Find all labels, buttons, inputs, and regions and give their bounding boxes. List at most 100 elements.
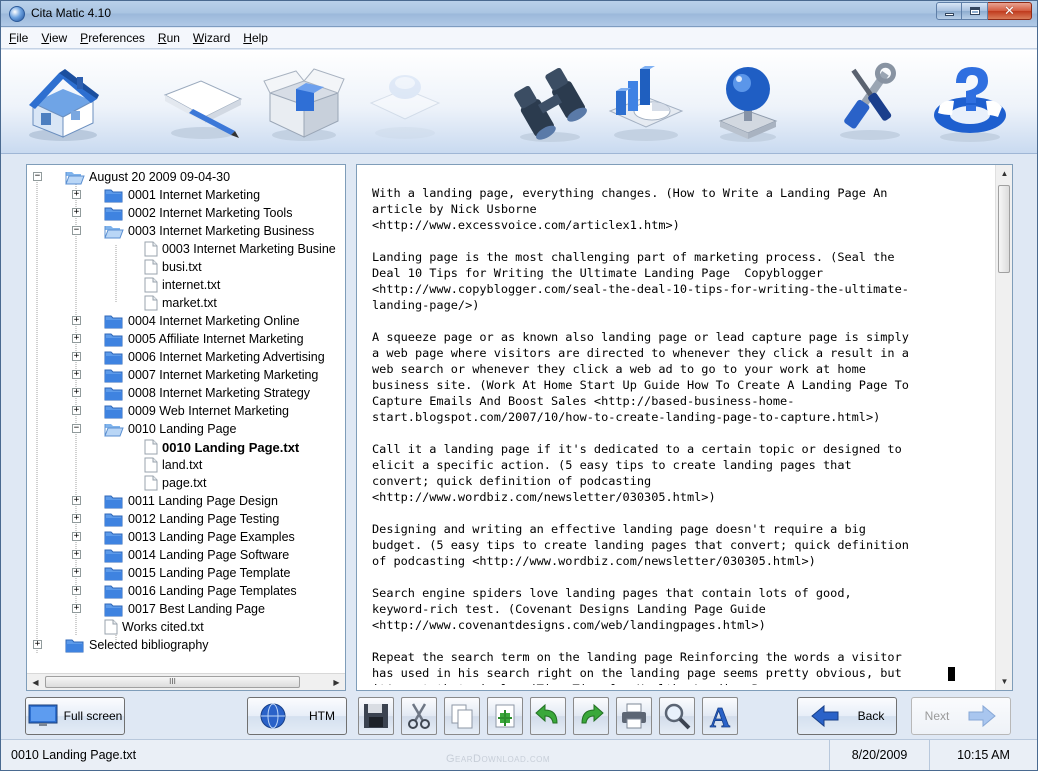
tree-folder-item[interactable]: − August 20 2009 09-04-30	[33, 168, 230, 186]
tree-horizontal-scrollbar[interactable]: ◀ III ▶	[27, 673, 345, 690]
faded-document-icon	[369, 75, 441, 139]
cut-button[interactable]	[401, 697, 437, 735]
menu-file[interactable]: File	[9, 31, 28, 45]
magnifier-icon	[664, 703, 691, 730]
tree-folder-item[interactable]: +0007 Internet Marketing Marketing	[72, 366, 318, 384]
home-button[interactable]	[16, 56, 108, 148]
tree-file-item[interactable]: 0010 Landing Page.txt	[144, 438, 299, 456]
internet-button[interactable]	[701, 56, 793, 148]
close-button[interactable]: ✕	[988, 2, 1032, 20]
bibliography-tree[interactable]: − August 20 2009 09-04-30 +0001 Internet M…	[27, 165, 345, 673]
collapse-icon[interactable]: −	[33, 172, 42, 181]
expand-icon[interactable]: +	[72, 334, 81, 343]
tree-file-item[interactable]: internet.txt	[144, 276, 220, 294]
redo-arrow-icon	[581, 703, 604, 724]
back-button[interactable]: Back	[797, 697, 897, 735]
expand-icon[interactable]: +	[72, 550, 81, 559]
scroll-thumb[interactable]	[998, 185, 1010, 273]
maximize-button[interactable]	[962, 2, 988, 20]
tree-folder-item[interactable]: +0013 Landing Page Examples	[72, 528, 295, 546]
tree-folder-item[interactable]: +0004 Internet Marketing Online	[72, 312, 300, 330]
tree-folder-item[interactable]: +0014 Landing Page Software	[72, 546, 289, 564]
tree-item-label: 0004 Internet Marketing Online	[128, 314, 300, 328]
tree-folder-item[interactable]: + Selected bibliography	[33, 636, 209, 654]
copy-pages-icon	[451, 704, 473, 729]
expand-icon[interactable]: +	[72, 586, 81, 595]
help-button[interactable]	[923, 56, 1015, 148]
menu-view[interactable]: View	[41, 31, 67, 45]
tree-file-item[interactable]: Works cited.txt	[104, 618, 204, 636]
open-box-icon	[263, 68, 345, 141]
paste-button[interactable]	[487, 697, 523, 735]
expand-icon[interactable]: +	[72, 352, 81, 361]
undo-button[interactable]	[530, 697, 566, 735]
tree-folder-item[interactable]: +0011 Landing Page Design	[72, 492, 278, 510]
menu-wizard[interactable]: Wizard	[193, 31, 230, 45]
notes-button[interactable]	[156, 56, 248, 148]
faded-tool-button[interactable]	[358, 56, 450, 148]
print-button[interactable]	[616, 697, 652, 735]
expand-icon[interactable]: +	[72, 568, 81, 577]
expand-icon[interactable]: +	[72, 316, 81, 325]
collapse-icon[interactable]: −	[72, 226, 81, 235]
tree-folder-item[interactable]: +0009 Web Internet Marketing	[72, 402, 289, 420]
tree-folder-item[interactable]: +0008 Internet Marketing Strategy	[72, 384, 310, 402]
scroll-down-icon[interactable]: ▼	[996, 673, 1012, 690]
scroll-up-icon[interactable]: ▲	[996, 165, 1012, 182]
copy-button[interactable]	[444, 697, 480, 735]
menu-preferences[interactable]: Preferences	[80, 31, 145, 45]
tree-folder-item[interactable]: +0015 Landing Page Template	[72, 564, 290, 582]
find-button[interactable]	[659, 697, 695, 735]
next-button[interactable]: Next	[911, 697, 1011, 735]
expand-icon[interactable]: +	[72, 190, 81, 199]
expand-icon[interactable]: +	[72, 370, 81, 379]
tree-folder-item[interactable]: +0002 Internet Marketing Tools	[72, 204, 292, 222]
redo-button[interactable]	[573, 697, 609, 735]
tree-folder-item[interactable]: +0017 Best Landing Page	[72, 600, 265, 618]
tree-folder-item[interactable]: − 0003 Internet Marketing Business	[72, 222, 314, 240]
expand-icon[interactable]: +	[72, 388, 81, 397]
tree-folder-item[interactable]: +0006 Internet Marketing Advertising	[72, 348, 325, 366]
tree-folder-item[interactable]: +0016 Landing Page Templates	[72, 582, 297, 600]
font-button[interactable]: A	[702, 697, 738, 735]
expand-icon[interactable]: +	[72, 532, 81, 541]
package-button[interactable]	[257, 56, 349, 148]
tree-file-item[interactable]: busi.txt	[144, 258, 202, 276]
scroll-right-icon[interactable]: ▶	[328, 674, 345, 690]
expand-icon[interactable]: +	[33, 640, 42, 649]
expand-icon[interactable]: +	[72, 496, 81, 505]
tree-folder-item[interactable]: − 0010 Landing Page	[72, 420, 236, 438]
expand-icon[interactable]: +	[72, 406, 81, 415]
full-screen-button[interactable]: Full screen	[25, 697, 125, 735]
collapse-icon[interactable]: −	[72, 424, 81, 433]
expand-icon[interactable]: +	[72, 514, 81, 523]
folder-icon	[104, 351, 123, 364]
tree-file-item[interactable]: land.txt	[144, 456, 202, 474]
tree-file-item[interactable]: market.txt	[144, 294, 217, 312]
expand-icon[interactable]: +	[72, 604, 81, 613]
document-vertical-scrollbar[interactable]: ▲ ▼	[995, 165, 1012, 690]
menu-help[interactable]: Help	[243, 31, 268, 45]
minimize-button[interactable]	[936, 2, 962, 20]
monitor-icon	[28, 704, 58, 726]
maximize-icon	[969, 7, 980, 15]
scroll-thumb[interactable]: III	[45, 676, 300, 688]
folder-icon	[104, 189, 123, 202]
tree-file-item[interactable]: 0003 Internet Marketing Busine	[144, 240, 336, 258]
search-button[interactable]	[503, 56, 595, 148]
menu-run[interactable]: Run	[158, 31, 180, 45]
tree-folder-item[interactable]: +0001 Internet Marketing	[72, 186, 260, 204]
tree-folder-item[interactable]: +0012 Landing Page Testing	[72, 510, 279, 528]
tree-folder-item[interactable]: +0005 Affiliate Internet Marketing	[72, 330, 304, 348]
save-button[interactable]	[358, 697, 394, 735]
scroll-left-icon[interactable]: ◀	[27, 674, 44, 690]
title-bar[interactable]: Cita Matic 4.10 ✕	[1, 1, 1037, 27]
expand-icon[interactable]: +	[72, 208, 81, 217]
file-icon	[144, 259, 158, 275]
document-text[interactable]: With a landing page, everything changes.…	[372, 185, 992, 685]
file-icon	[144, 295, 158, 311]
tools-button[interactable]	[823, 56, 915, 148]
htm-button[interactable]: HTM	[247, 697, 347, 735]
tree-file-item[interactable]: page.txt	[144, 474, 206, 492]
statistics-button[interactable]	[599, 56, 691, 148]
